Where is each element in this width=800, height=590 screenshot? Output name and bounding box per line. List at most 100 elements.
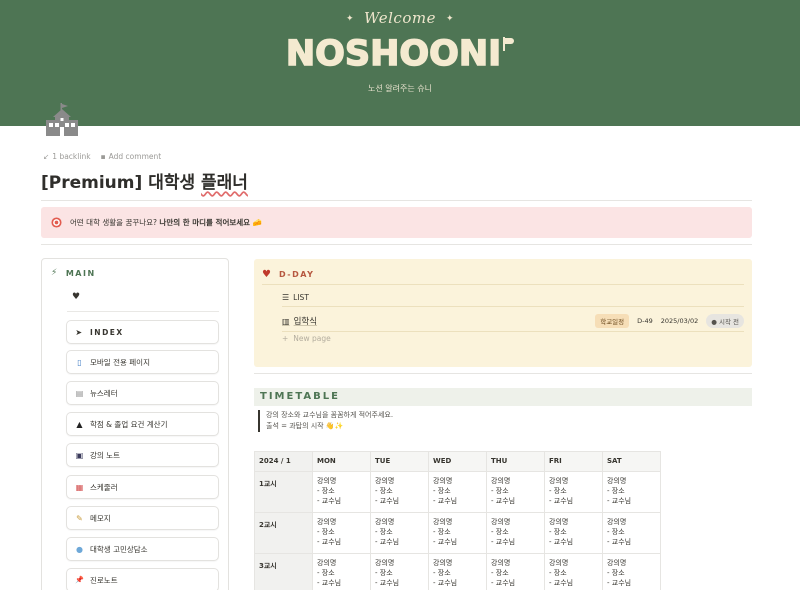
callout-text: 어떤 대학 생활을 꿈꾸나요? 나만의 한 마디를 적어보세요 🧀: [70, 217, 262, 228]
cell-line: - 장소: [375, 528, 393, 536]
entry-title[interactable]: ▥ 입학식: [282, 315, 317, 328]
add-comment-button[interactable]: ▪ Add comment: [101, 152, 162, 161]
table-header-cell[interactable]: SAT: [602, 451, 661, 472]
table-cell[interactable]: 강의명 - 장소 - 교수님: [370, 471, 429, 513]
cell-line: 강의명: [549, 559, 569, 567]
notebook-icon: ▣: [75, 450, 84, 460]
cell-line: - 장소: [549, 569, 567, 577]
cell-line: - 장소: [317, 487, 335, 495]
nav-button-scheduler[interactable]: ▦ 스케줄러: [66, 475, 219, 499]
nav-button-label: 강의 노트: [90, 450, 120, 460]
table-cell[interactable]: 강의명 - 장소 - 교수님: [312, 471, 371, 513]
nav-button-newsletter[interactable]: ▤ 뉴스레터: [66, 381, 219, 405]
nav-button-index[interactable]: ➤ INDEX: [66, 320, 219, 344]
plus-icon: +: [282, 334, 289, 343]
cell-line: - 장소: [549, 487, 567, 495]
table-cell[interactable]: 강의명 - 장소 - 교수님: [486, 512, 545, 554]
cell-line: - 교수님: [433, 579, 458, 587]
period-cell[interactable]: 1교시: [254, 471, 313, 513]
cell-line: 강의명: [375, 559, 395, 567]
timetable-body: 1교시 강의명 - 장소 - 교수님 강의명 - 장소 - 교수님 강의명 - 장소 - 교…: [254, 471, 661, 590]
view-tab-list[interactable]: ☰ LIST: [282, 293, 309, 302]
sparkle-icon: ✦: [346, 14, 355, 24]
nav-button-lecture-notes[interactable]: ▣ 강의 노트: [66, 443, 219, 467]
list-item[interactable]: ▥ 입학식 학교일정 D-49 2025/03/02 ● 시작 전: [282, 313, 744, 329]
cell-line: - 교수님: [433, 497, 458, 505]
table-header-cell[interactable]: MON: [312, 451, 371, 472]
cell-line: 강의명: [549, 477, 569, 485]
table-cell[interactable]: 강의명 - 장소 - 교수님: [370, 512, 429, 554]
table-cell[interactable]: 강의명 - 장소 - 교수님: [312, 553, 371, 590]
table-cell[interactable]: 강의명 - 장소 - 교수님: [602, 512, 661, 554]
cell-line: - 장소: [607, 528, 625, 536]
nav-button-career-notes[interactable]: 📌 진로노트: [66, 568, 219, 590]
period-cell[interactable]: 3교시: [254, 553, 313, 590]
divider: [282, 306, 744, 307]
dday-header: ♥ D-DAY: [262, 269, 314, 280]
table-corner-cell[interactable]: 2024 / 1: [254, 451, 313, 472]
cell-line: 강의명: [317, 559, 337, 567]
nav-button-memo[interactable]: ✎ 메모지: [66, 506, 219, 530]
page-title[interactable]: [Premium] 대학생 플래너: [41, 168, 248, 193]
table-cell[interactable]: 강의명 - 장소 - 교수님: [428, 553, 487, 590]
brand-tagline: 노션 알려주는 슈니: [368, 84, 432, 93]
table-cell[interactable]: 강의명 - 장소 - 교수님: [428, 512, 487, 554]
table-cell[interactable]: 강의명 - 장소 - 교수님: [602, 553, 661, 590]
table-cell[interactable]: 강의명 - 장소 - 교수님: [486, 471, 545, 513]
timetable-header: TIMETABLE: [254, 388, 752, 406]
table-cell[interactable]: 강의명 - 장소 - 교수님: [544, 512, 603, 554]
cell-line: 강의명: [549, 518, 569, 526]
cell-line: - 교수님: [317, 579, 342, 587]
timetable-table: 2024 / 1 MON TUE WED THU FRI SAT 1교시 강의명…: [254, 451, 661, 590]
table-header-cell[interactable]: FRI: [544, 451, 603, 472]
add-comment-label: Add comment: [108, 152, 162, 161]
welcome-label: Welcome: [364, 9, 436, 27]
calendar-icon: ▦: [75, 482, 84, 492]
cell-line: 강의명: [607, 477, 627, 485]
backlink-link[interactable]: ↙ 1 backlink: [43, 152, 91, 161]
motto-callout[interactable]: 어떤 대학 생활을 꿈꾸나요? 나만의 한 마디를 적어보세요 🧀: [41, 207, 752, 238]
cell-line: - 장소: [607, 487, 625, 495]
flag-icon: [502, 37, 515, 51]
new-page-button[interactable]: + New page: [282, 334, 331, 343]
list-tab-label: LIST: [293, 293, 309, 302]
cheese-icon: 🧀: [252, 218, 262, 227]
magic-wand-icon: ⚡: [51, 268, 59, 278]
period-cell[interactable]: 2교시: [254, 512, 313, 554]
memo-icon: ✎: [76, 513, 83, 523]
table-header-cell[interactable]: WED: [428, 451, 487, 472]
nav-button-grade-calculator[interactable]: ▲ 학점 & 졸업 요건 계산기: [66, 412, 219, 436]
cell-line: - 장소: [491, 528, 509, 536]
timetable-note: 강의 장소와 교수님을 꼼꼼하게 적어주세요. 출석 = 과탑의 시작 👋✨: [258, 410, 393, 432]
table-cell[interactable]: 강의명 - 장소 - 교수님: [428, 471, 487, 513]
table-cell[interactable]: 강의명 - 장소 - 교수님: [544, 553, 603, 590]
brand-logo-text: NOSHOONI: [285, 33, 502, 75]
callout-text-bold: 나만의 한 마디를 적어보세요: [159, 218, 251, 227]
cell-line: - 교수님: [549, 579, 574, 587]
table-header-cell[interactable]: TUE: [370, 451, 429, 472]
table-cell[interactable]: 강의명 - 장소 - 교수님: [602, 471, 661, 513]
table-cell[interactable]: 강의명 - 장소 - 교수님: [544, 471, 603, 513]
cell-line: - 장소: [375, 569, 393, 577]
table-cell[interactable]: 강의명 - 장소 - 교수님: [486, 553, 545, 590]
table-cell[interactable]: 강의명 - 장소 - 교수님: [312, 512, 371, 554]
school-icon[interactable]: [45, 103, 79, 137]
cell-line: 강의명: [317, 518, 337, 526]
callout-text-plain: 어떤 대학 생활을 꿈꾸나요?: [70, 218, 160, 227]
nav-button-mobile[interactable]: ▯ 모바일 전용 페이지: [66, 350, 219, 374]
cell-line: - 교수님: [375, 579, 400, 587]
nav-button-label: INDEX: [90, 327, 124, 337]
table-cell[interactable]: 강의명 - 장소 - 교수님: [370, 553, 429, 590]
cell-line: - 교수님: [607, 538, 632, 546]
welcome-text: ✦ Welcome ✦: [0, 9, 800, 27]
cursor-icon: ➤: [75, 327, 84, 337]
status-label: 시작 전: [718, 318, 739, 326]
cell-line: - 장소: [607, 569, 625, 577]
table-header-cell[interactable]: THU: [486, 451, 545, 472]
cell-line: 강의명: [433, 477, 453, 485]
nav-button-counseling[interactable]: ● 대학생 고민상담소: [66, 537, 219, 561]
cell-line: 강의명: [375, 477, 395, 485]
backlink-label: 1 backlink: [52, 152, 91, 161]
cell-line: 강의명: [607, 559, 627, 567]
dday-callout: ♥ D-DAY ☰ LIST ▥ 입학식 학교일정 D-49 2025/03/0…: [254, 259, 752, 367]
